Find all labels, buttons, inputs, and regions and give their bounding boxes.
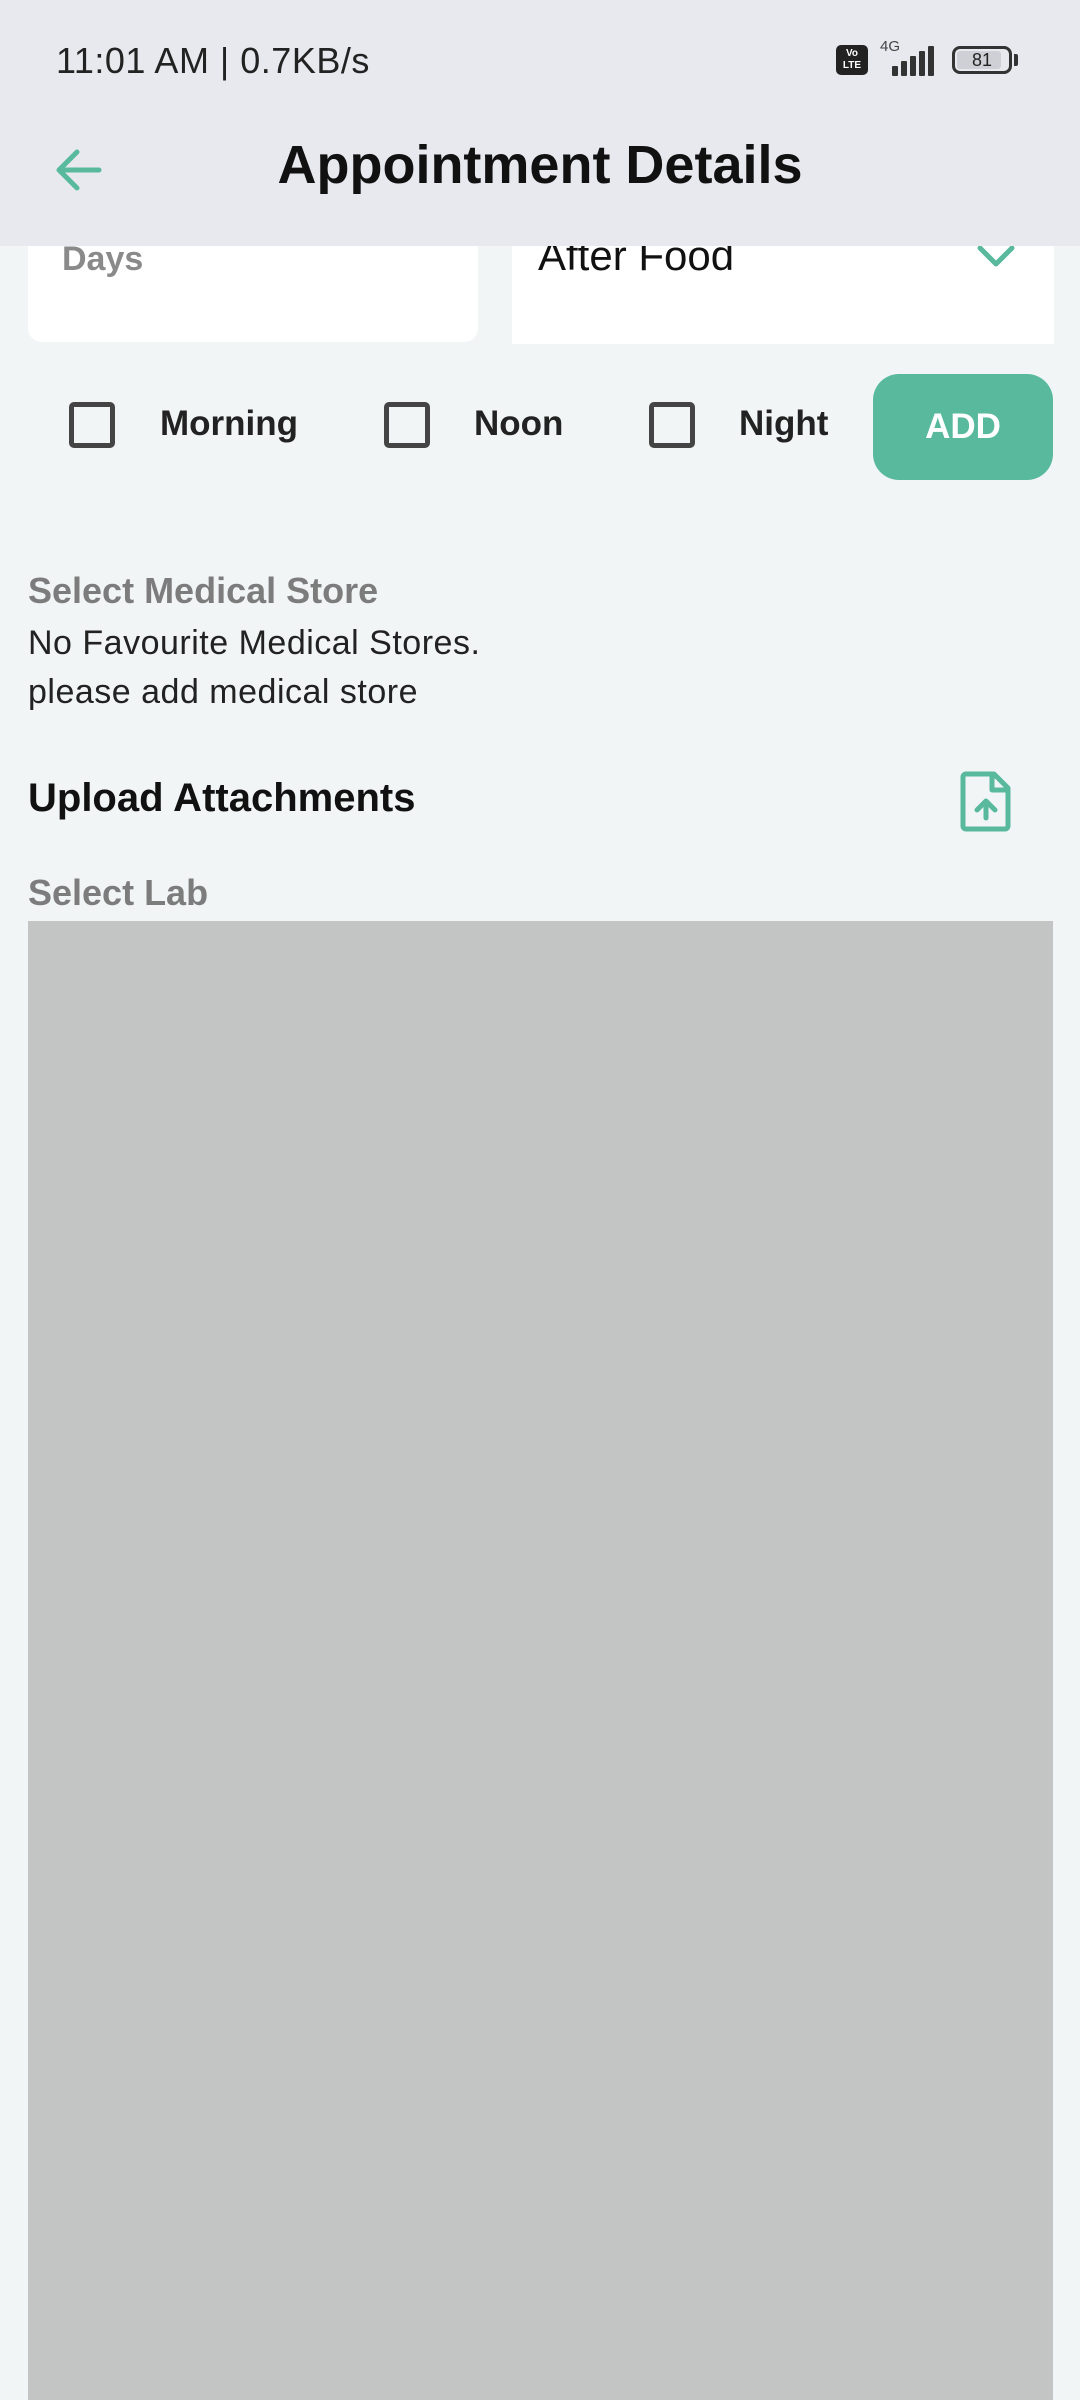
upload-attachments-title: Upload Attachments	[28, 776, 416, 820]
volte-icon: Vo LTE	[836, 45, 868, 75]
noon-checkbox[interactable]	[384, 402, 430, 448]
add-button[interactable]: ADD	[873, 374, 1053, 480]
lab-list-placeholder[interactable]	[28, 921, 1053, 2400]
battery-icon: 81	[952, 46, 1012, 74]
status-icons: Vo LTE 4G 81	[836, 38, 1018, 78]
morning-checkbox[interactable]	[69, 402, 115, 448]
file-upload-icon[interactable]	[958, 770, 1014, 832]
medical-store-empty-line1: No Favourite Medical Stores.	[28, 624, 481, 662]
page-title: Appointment Details	[277, 135, 803, 195]
battery-level: 81	[971, 50, 993, 70]
night-label: Night	[739, 404, 829, 443]
medical-store-label: Select Medical Store	[28, 570, 379, 611]
timing-row: Morning Noon Night ADD	[0, 374, 1080, 480]
status-time: 11:01 AM | 0.7KB/s	[56, 40, 370, 81]
select-lab-label: Select Lab	[28, 872, 209, 913]
night-checkbox[interactable]	[649, 402, 695, 448]
noon-label: Noon	[474, 404, 564, 443]
medical-store-empty-line2: please add medical store	[28, 673, 419, 711]
morning-label: Morning	[160, 404, 299, 443]
battery-nub	[1014, 54, 1018, 66]
app-bar: 11:01 AM | 0.7KB/s Vo LTE 4G 81 Appointme…	[0, 0, 1080, 246]
signal-icon: 4G	[878, 38, 942, 78]
